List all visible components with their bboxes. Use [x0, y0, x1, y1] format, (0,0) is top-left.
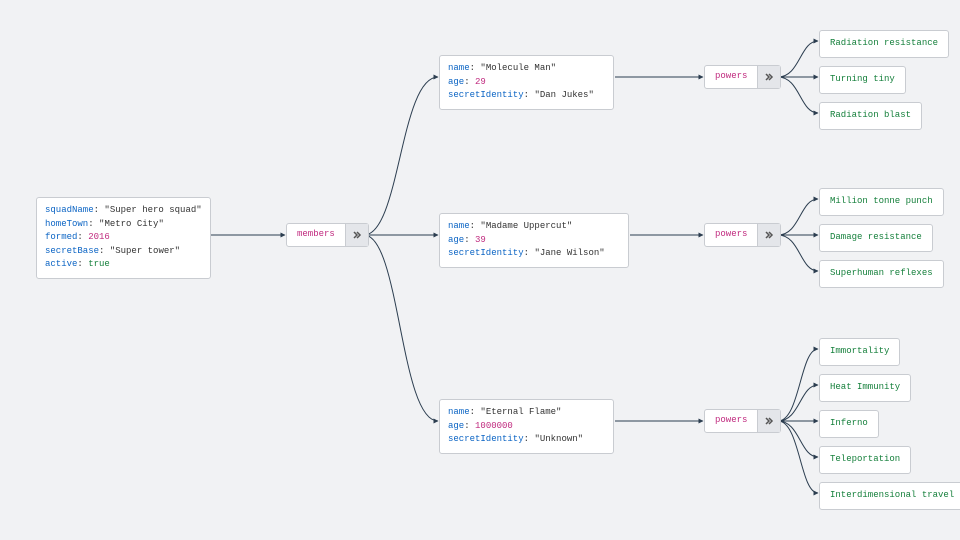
powers-label: powers — [705, 410, 757, 432]
root-object-node[interactable]: squadName: "Super hero squad" homeTown: … — [36, 197, 211, 279]
key-formed: formed — [45, 232, 77, 242]
powers-label: powers — [705, 66, 757, 88]
diagram-canvas: squadName: "Super hero squad" homeTown: … — [0, 0, 960, 540]
power-leaf[interactable]: Heat Immunity — [819, 374, 911, 402]
value-active: true — [88, 259, 110, 269]
power-leaf[interactable]: Superhuman reflexes — [819, 260, 944, 288]
power-leaf[interactable]: Teleportation — [819, 446, 911, 474]
expand-icon — [352, 230, 362, 240]
powers-array-node[interactable]: powers — [704, 65, 781, 89]
key-active: active — [45, 259, 77, 269]
expand-icon — [764, 416, 774, 426]
powers-array-node[interactable]: powers — [704, 409, 781, 433]
value-homeTown: "Metro City" — [99, 219, 164, 229]
power-leaf[interactable]: Inferno — [819, 410, 879, 438]
members-array-node[interactable]: members — [286, 223, 369, 247]
expand-toggle[interactable] — [757, 66, 780, 88]
key-secretBase: secretBase — [45, 246, 99, 256]
powers-label: powers — [705, 224, 757, 246]
power-leaf[interactable]: Radiation blast — [819, 102, 922, 130]
expand-toggle[interactable] — [345, 224, 368, 246]
power-leaf[interactable]: Immortality — [819, 338, 900, 366]
expand-icon — [764, 230, 774, 240]
key-squadName: squadName — [45, 205, 94, 215]
member-object-node[interactable]: name: "Madame Uppercut" age: 39 secretId… — [439, 213, 629, 268]
powers-array-node[interactable]: powers — [704, 223, 781, 247]
value-squadName: "Super hero squad" — [104, 205, 201, 215]
expand-toggle[interactable] — [757, 410, 780, 432]
key-homeTown: homeTown — [45, 219, 88, 229]
power-leaf[interactable]: Million tonne punch — [819, 188, 944, 216]
member-object-node[interactable]: name: "Molecule Man" age: 29 secretIdent… — [439, 55, 614, 110]
value-formed: 2016 — [88, 232, 110, 242]
power-leaf[interactable]: Interdimensional travel — [819, 482, 960, 510]
power-leaf[interactable]: Damage resistance — [819, 224, 933, 252]
power-leaf[interactable]: Turning tiny — [819, 66, 906, 94]
member-object-node[interactable]: name: "Eternal Flame" age: 1000000 secre… — [439, 399, 614, 454]
power-leaf[interactable]: Radiation resistance — [819, 30, 949, 58]
value-secretBase: "Super tower" — [110, 246, 180, 256]
expand-icon — [764, 72, 774, 82]
members-label: members — [287, 224, 345, 246]
expand-toggle[interactable] — [757, 224, 780, 246]
